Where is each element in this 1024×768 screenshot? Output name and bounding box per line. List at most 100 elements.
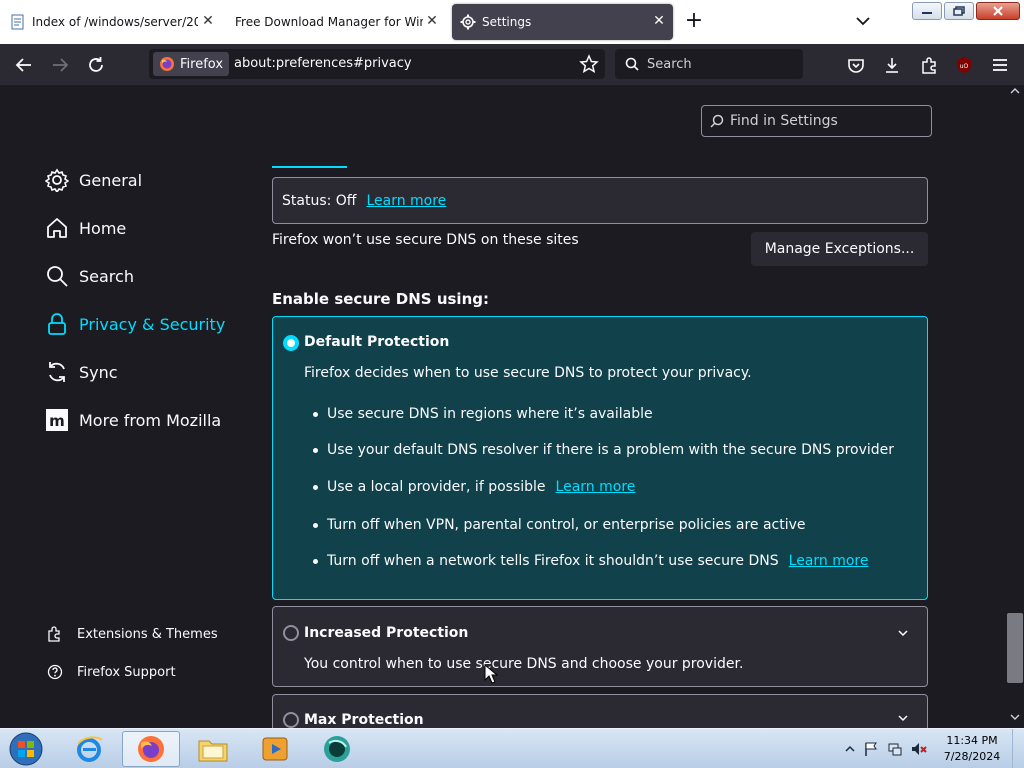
tab-free-download-manager[interactable]: Free Download Manager for Windows ✕: [228, 4, 446, 40]
tab-title: Settings: [482, 15, 532, 29]
home-icon: [47, 218, 67, 238]
list-item: Use a local provider, if possible Learn …: [313, 479, 635, 495]
default-protection-description: Firefox decides when to use secure DNS t…: [304, 365, 752, 381]
footer-label: Firefox Support: [77, 664, 176, 680]
chevron-down-icon[interactable]: [855, 14, 871, 28]
increased-protection-option[interactable]: Increased Protection You control when to…: [272, 606, 928, 687]
increased-protection-radio[interactable]: [283, 625, 299, 641]
search-bar[interactable]: Search: [615, 49, 803, 79]
svg-text:m: m: [49, 412, 65, 430]
close-icon[interactable]: ✕: [651, 13, 667, 29]
mouse-cursor-icon: [484, 664, 498, 684]
close-icon[interactable]: ✕: [200, 13, 216, 29]
show-desktop-button[interactable]: [1012, 729, 1024, 768]
category-label: More from Mozilla: [79, 410, 222, 430]
hamburger-menu-icon: [993, 59, 1007, 71]
puzzle-icon: [48, 626, 60, 642]
bullet-text: Use a local provider, if possible: [327, 479, 546, 495]
start-button[interactable]: [4, 731, 48, 767]
windows-taskbar: 11:34 PM 7/28/2024: [0, 728, 1024, 768]
identity-label: Firefox: [180, 56, 224, 72]
bullet-text: Turn off when VPN, parental control, or …: [327, 517, 806, 533]
scroll-down-icon[interactable]: [1010, 713, 1020, 721]
default-protection-radio[interactable]: [283, 335, 299, 351]
close-window-button[interactable]: [976, 2, 1020, 20]
category-search[interactable]: Search: [45, 264, 134, 288]
extensions-button[interactable]: [918, 54, 940, 76]
manage-exceptions-button[interactable]: Manage Exceptions...: [751, 232, 928, 266]
downloads-button[interactable]: [881, 54, 903, 76]
category-sync[interactable]: Sync: [45, 360, 118, 384]
default-protection-label[interactable]: Default Protection: [304, 334, 449, 350]
navigation-toolbar: Firefox about:preferences#privacy Search…: [0, 44, 1024, 85]
window-controls: [912, 2, 1020, 20]
arrow-right-icon: [53, 58, 69, 72]
identity-box[interactable]: Firefox: [153, 52, 230, 76]
new-tab-button[interactable]: +: [684, 10, 704, 32]
taskbar-app[interactable]: [308, 731, 366, 767]
firefox-support-link[interactable]: Firefox Support: [47, 664, 176, 680]
lock-icon: [48, 313, 66, 335]
taskbar-firefox[interactable]: [122, 731, 180, 767]
dns-exceptions-description: Firefox won’t use secure DNS on these si…: [272, 232, 579, 248]
minimize-button[interactable]: [912, 2, 942, 20]
category-privacy-security[interactable]: Privacy & Security: [45, 312, 225, 336]
scrollbar-thumb[interactable]: [1007, 613, 1023, 683]
category-more-from-mozilla[interactable]: m More from Mozilla: [45, 408, 221, 432]
help-icon: [47, 664, 63, 680]
pocket-button[interactable]: [845, 54, 867, 76]
category-label: Sync: [79, 362, 118, 382]
taskbar-clock[interactable]: 11:34 PM 7/28/2024: [940, 733, 1004, 765]
taskbar-media-player[interactable]: [246, 731, 304, 767]
increased-protection-label[interactable]: Increased Protection: [304, 625, 468, 641]
search-icon: [710, 114, 724, 128]
scroll-up-icon[interactable]: [1010, 87, 1020, 95]
tab-strip: Index of /windows/server/2008/ ✕ Free Do…: [0, 0, 1024, 44]
search-placeholder: Search: [647, 56, 692, 72]
max-protection-label[interactable]: Max Protection: [304, 712, 424, 728]
chevron-up-icon[interactable]: [845, 745, 855, 753]
network-icon[interactable]: [887, 741, 903, 757]
mozilla-icon: m: [46, 409, 68, 431]
reload-button[interactable]: [85, 54, 107, 76]
restore-button[interactable]: [944, 2, 974, 20]
learn-more-link[interactable]: Learn more: [556, 479, 636, 495]
learn-more-link[interactable]: Learn more: [789, 553, 869, 569]
tab-title: Free Download Manager for Windows: [235, 15, 423, 29]
learn-more-link[interactable]: Learn more: [366, 193, 446, 209]
back-button[interactable]: [13, 54, 35, 76]
tab-settings[interactable]: Settings ✕: [452, 4, 673, 40]
windows-logo-icon: [9, 732, 43, 766]
url-text[interactable]: about:preferences#privacy: [234, 56, 412, 71]
close-icon[interactable]: ✕: [424, 13, 440, 29]
bullet-text: Turn off when a network tells Firefox it…: [327, 553, 779, 569]
category-label: General: [79, 170, 143, 190]
chevron-down-icon[interactable]: [897, 628, 909, 638]
increased-protection-description: You control when to use secure DNS and c…: [304, 656, 744, 672]
max-protection-radio[interactable]: [283, 712, 299, 728]
category-label: Home: [79, 218, 127, 238]
settings-page: Find in Settings General Home Search Pri…: [0, 85, 1024, 728]
default-protection-option[interactable]: Default Protection Firefox decides when …: [272, 316, 928, 600]
page-scrollbar[interactable]: [1006, 85, 1024, 728]
download-icon: [886, 58, 898, 73]
tab-index-windows-server[interactable]: Index of /windows/server/2008/ ✕: [4, 4, 222, 40]
taskbar-explorer[interactable]: [184, 731, 242, 767]
find-in-settings-input[interactable]: Find in Settings: [701, 105, 932, 137]
flag-icon[interactable]: [863, 741, 879, 757]
forward-button[interactable]: [49, 54, 71, 76]
folder-icon: [198, 740, 228, 762]
extensions-themes-link[interactable]: Extensions & Themes: [47, 626, 218, 642]
taskbar-internet-explorer[interactable]: [60, 731, 118, 767]
menu-button[interactable]: [989, 54, 1011, 76]
volume-muted-icon[interactable]: [911, 741, 927, 757]
category-home[interactable]: Home: [45, 216, 126, 240]
star-icon[interactable]: [579, 54, 599, 74]
page-icon: [11, 14, 24, 30]
tab-title: Index of /windows/server/2008/: [32, 15, 198, 29]
chevron-down-icon[interactable]: [897, 713, 909, 723]
ublock-button[interactable]: uO: [953, 54, 975, 76]
url-bar[interactable]: Firefox about:preferences#privacy: [149, 49, 605, 79]
max-protection-option[interactable]: Max Protection: [272, 694, 928, 728]
category-general[interactable]: General: [45, 168, 142, 192]
